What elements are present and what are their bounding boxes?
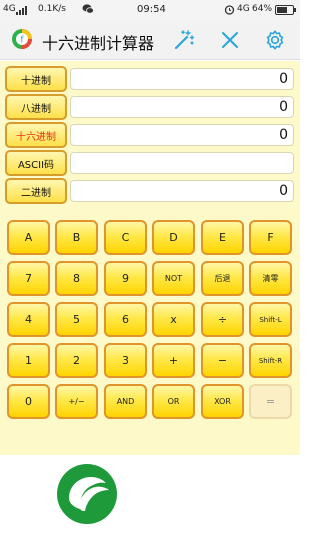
binary-label-button[interactable]: 二进制 [5, 178, 67, 204]
key-clear[interactable]: 清零 [249, 261, 292, 296]
key-or[interactable]: OR [152, 384, 195, 419]
key-2[interactable]: 2 [55, 343, 98, 378]
network-type: 4G [3, 4, 16, 14]
key-multiply[interactable]: x [152, 302, 195, 337]
app-title: 十六进制计算器 [42, 34, 155, 53]
status-bar: 4G 0.1K/s 09:54 4G 64% [0, 0, 300, 20]
key-7[interactable]: 7 [7, 261, 50, 296]
key-negate[interactable]: +/− [55, 384, 98, 419]
key-b[interactable]: B [55, 220, 98, 255]
leaf-logo-icon [57, 464, 117, 524]
key-8[interactable]: 8 [55, 261, 98, 296]
key-divide[interactable]: ÷ [201, 302, 244, 337]
battery-percent: 64% [252, 4, 273, 14]
key-xor[interactable]: XOR [201, 384, 244, 419]
network-speed: 0.1K/s [38, 4, 66, 14]
octal-value-field[interactable]: 0 [70, 96, 294, 118]
key-1[interactable]: 1 [7, 343, 50, 378]
title-bar: f 十六进制计算器 [0, 20, 300, 60]
hex-label-button[interactable]: 十六进制 [5, 122, 67, 148]
key-5[interactable]: 5 [55, 302, 98, 337]
hex-value-field[interactable]: 0 [70, 124, 294, 146]
key-a[interactable]: A [7, 220, 50, 255]
network-type-right: 4G [237, 4, 250, 14]
key-6[interactable]: 6 [104, 302, 147, 337]
key-3[interactable]: 3 [104, 343, 147, 378]
key-d[interactable]: D [152, 220, 195, 255]
key-equals[interactable]: = [249, 384, 292, 419]
alarm-icon [224, 5, 235, 15]
signal-icon [16, 4, 30, 15]
binary-value-field[interactable]: 0 [70, 180, 294, 202]
key-shift-left[interactable]: Shift-L [249, 302, 292, 337]
key-not[interactable]: NOT [152, 261, 195, 296]
key-0[interactable]: 0 [7, 384, 50, 419]
gear-icon[interactable] [263, 28, 287, 52]
octal-label-button[interactable]: 八进制 [5, 94, 67, 120]
key-c[interactable]: C [104, 220, 147, 255]
ascii-value-field[interactable] [70, 152, 294, 174]
calculator-panel: 十进制 0 八进制 0 十六进制 0 ASCII码 二进制 0 A B C D … [0, 61, 300, 455]
magic-wand-icon[interactable] [172, 28, 196, 52]
decimal-value-field[interactable]: 0 [70, 68, 294, 90]
key-backspace[interactable]: 后退 [201, 261, 244, 296]
decimal-label-button[interactable]: 十进制 [5, 66, 67, 92]
ascii-label-button[interactable]: ASCII码 [5, 150, 67, 176]
key-plus[interactable]: + [152, 343, 195, 378]
key-4[interactable]: 4 [7, 302, 50, 337]
key-shift-right[interactable]: Shift-R [249, 343, 292, 378]
clock: 09:54 [137, 4, 166, 15]
close-icon[interactable] [218, 28, 242, 52]
ad-banner[interactable] [0, 455, 300, 533]
key-minus[interactable]: − [201, 343, 244, 378]
key-9[interactable]: 9 [104, 261, 147, 296]
key-f[interactable]: F [249, 220, 292, 255]
app-logo-icon: f [12, 29, 32, 49]
wechat-icon [82, 4, 94, 14]
key-and[interactable]: AND [104, 384, 147, 419]
battery-icon [275, 5, 296, 15]
key-e[interactable]: E [201, 220, 244, 255]
